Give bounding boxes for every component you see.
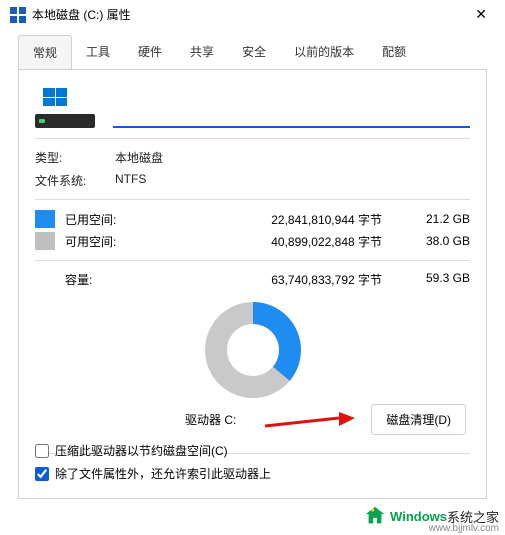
compress-drive-option[interactable]: 压缩此驱动器以节约磁盘空间(C) <box>35 442 470 459</box>
divider <box>35 260 470 261</box>
free-space-gb: 38.0 GB <box>400 234 470 248</box>
compress-label: 压缩此驱动器以节约磁盘空间(C) <box>55 442 228 459</box>
filesystem-label: 文件系统: <box>35 172 115 189</box>
tab-previous-versions[interactable]: 以前的版本 <box>280 35 368 69</box>
free-space-swatch <box>35 232 55 250</box>
type-value: 本地磁盘 <box>115 149 163 166</box>
drive-letter-label: 驱动器 C: <box>185 411 236 428</box>
capacity-label: 容量: <box>65 271 145 288</box>
disk-cleanup-button[interactable]: 磁盘清理(D) <box>371 404 466 435</box>
used-space-bytes: 22,841,810,944 字节 <box>145 211 400 228</box>
index-checkbox[interactable] <box>35 467 49 481</box>
filesystem-value: NTFS <box>115 172 146 189</box>
usage-pie-chart <box>205 302 301 398</box>
tab-sharing[interactable]: 共享 <box>176 35 228 69</box>
used-space-gb: 21.2 GB <box>400 212 470 226</box>
capacity-bytes: 63,740,833,792 字节 <box>145 271 400 288</box>
tab-general[interactable]: 常规 <box>18 35 72 69</box>
capacity-gb: 59.3 GB <box>400 271 470 288</box>
used-space-swatch <box>35 210 55 228</box>
free-space-label: 可用空间: <box>65 233 145 250</box>
drive-properties-icon <box>10 7 26 23</box>
tab-tools[interactable]: 工具 <box>72 35 124 69</box>
watermark-brand1: Windows <box>390 509 447 524</box>
watermark-logo-icon <box>364 505 386 527</box>
divider <box>35 199 470 200</box>
watermark: Windows 系统之家 www.bjjmlv.com <box>364 505 499 527</box>
annotation-arrow-icon <box>265 410 355 432</box>
watermark-brand2: 系统之家 <box>447 507 499 526</box>
tab-hardware[interactable]: 硬件 <box>124 35 176 69</box>
close-icon[interactable]: ✕ <box>467 6 495 23</box>
tab-security[interactable]: 安全 <box>228 35 280 69</box>
index-label: 除了文件属性外，还允许索引此驱动器上 <box>55 465 271 482</box>
tab-quota[interactable]: 配额 <box>368 35 420 69</box>
titlebar: 本地磁盘 (C:) 属性 ✕ <box>0 0 505 29</box>
general-panel: 类型: 本地磁盘 文件系统: NTFS 已用空间: 22,841,810,944… <box>18 69 487 499</box>
index-drive-option[interactable]: 除了文件属性外，还允许索引此驱动器上 <box>35 465 470 482</box>
volume-name-input[interactable] <box>113 100 470 128</box>
used-space-label: 已用空间: <box>65 211 145 228</box>
free-space-bytes: 40,899,022,848 字节 <box>145 233 400 250</box>
tab-strip: 常规 工具 硬件 共享 安全 以前的版本 配额 <box>18 35 487 69</box>
drive-icon <box>35 88 95 128</box>
compress-checkbox[interactable] <box>35 444 49 458</box>
window-title: 本地磁盘 (C:) 属性 <box>32 6 131 23</box>
type-label: 类型: <box>35 149 115 166</box>
watermark-url: www.bjjmlv.com <box>429 523 499 534</box>
divider <box>35 138 470 139</box>
